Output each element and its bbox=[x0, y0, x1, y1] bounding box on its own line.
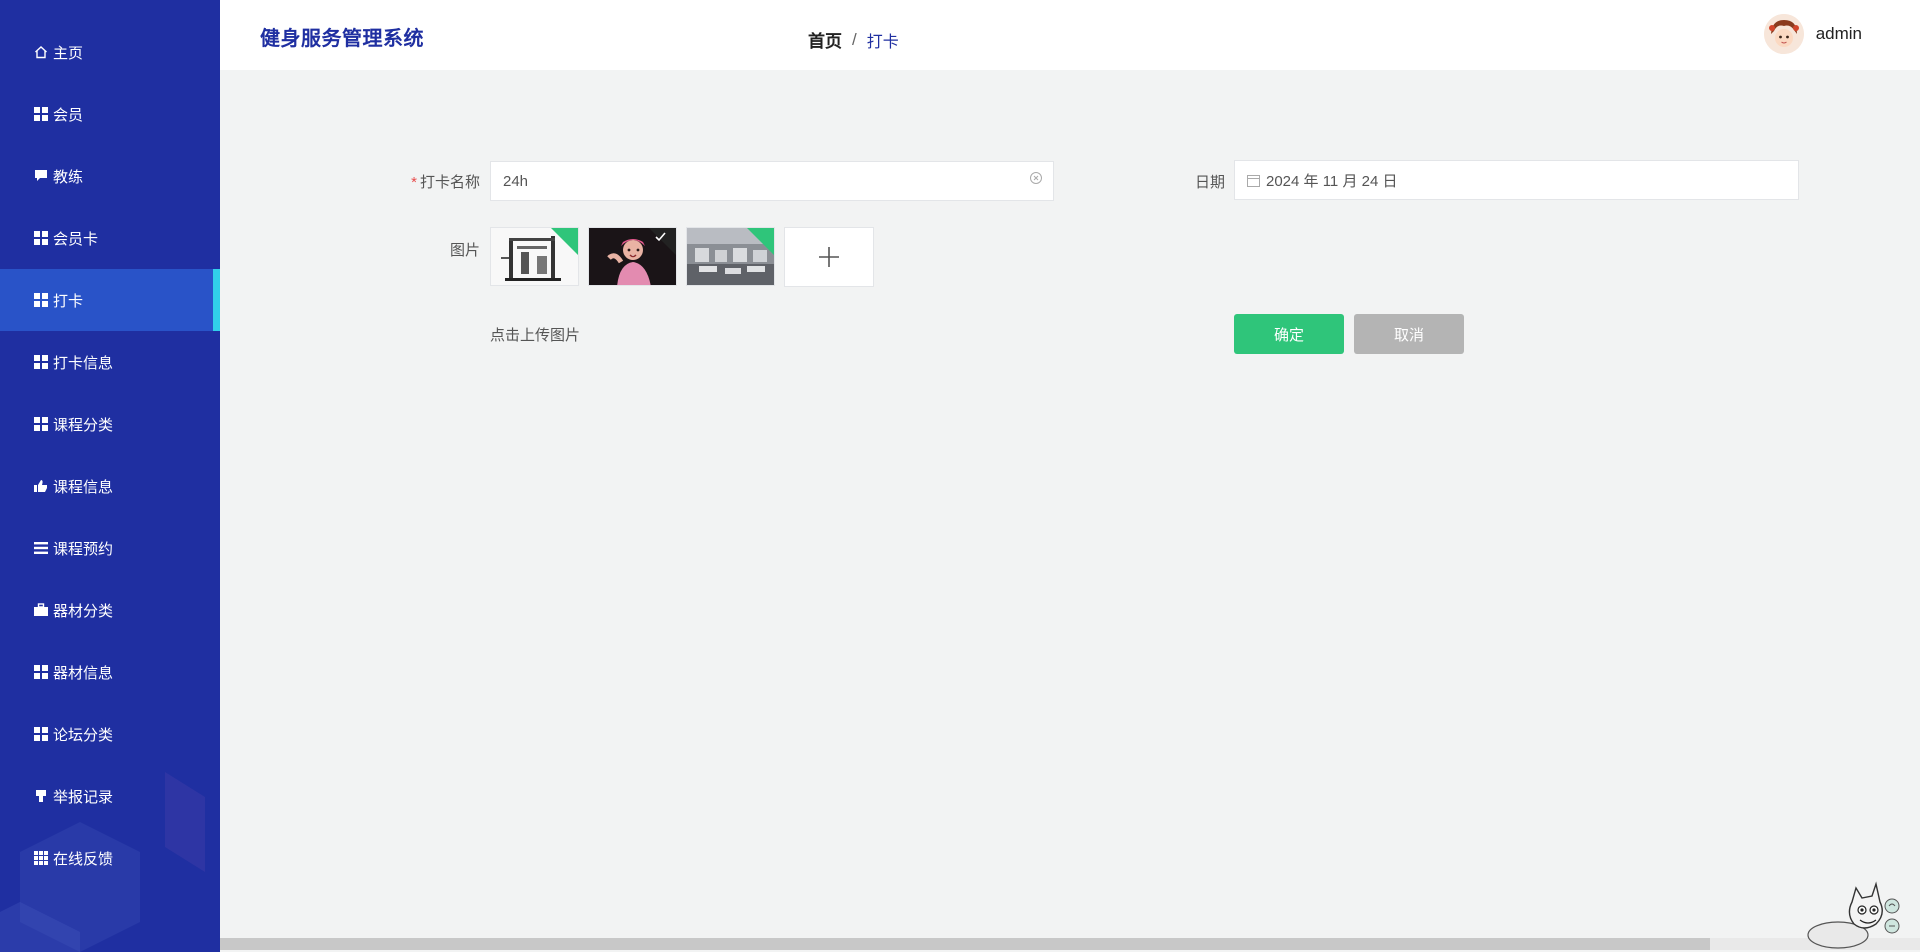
breadcrumb: 首页 / 打卡 bbox=[808, 27, 899, 52]
sidebar-item-online-feedback[interactable]: 在线反馈 bbox=[0, 827, 220, 889]
sidebar-item-coach[interactable]: 教练 bbox=[0, 145, 220, 207]
required-mark: * bbox=[411, 174, 417, 191]
sidebar-item-label: 打卡信息 bbox=[53, 354, 114, 372]
sidebar-item-forum-category[interactable]: 论坛分类 bbox=[0, 703, 220, 765]
calendar-icon bbox=[1247, 174, 1260, 187]
breadcrumb-current: 打卡 bbox=[866, 33, 899, 51]
sidebar-item-label: 会员 bbox=[53, 106, 84, 124]
breadcrumb-home[interactable]: 首页 bbox=[808, 27, 842, 52]
grid-icon bbox=[34, 107, 48, 121]
thumbs-up-icon bbox=[34, 479, 48, 493]
gym-machine-image bbox=[491, 228, 578, 285]
username: admin bbox=[1815, 24, 1862, 43]
sidebar-item-checkin[interactable]: 打卡 bbox=[0, 269, 220, 331]
sidebar-item-label: 课程预约 bbox=[53, 540, 114, 558]
grid-icon bbox=[34, 727, 48, 741]
sidebar-item-label: 打卡 bbox=[53, 292, 84, 310]
sidebar-item-label: 举报记录 bbox=[53, 788, 114, 806]
comment-icon bbox=[34, 169, 48, 183]
list-icon bbox=[34, 541, 48, 555]
user-menu[interactable]: admin bbox=[1763, 14, 1862, 54]
sidebar-item-course-category[interactable]: 课程分类 bbox=[0, 393, 220, 455]
plus-icon bbox=[819, 247, 839, 267]
sidebar-item-equipment-info[interactable]: 器材信息 bbox=[0, 641, 220, 703]
uploaded-image-thumbnail[interactable] bbox=[490, 227, 579, 286]
checkin-name-label: * 打卡名称 bbox=[400, 171, 480, 192]
app-title: 健身服务管理系统 bbox=[260, 28, 424, 50]
thumbs-down-icon bbox=[34, 789, 48, 803]
checkin-name-input[interactable] bbox=[491, 172, 1053, 190]
checkin-name-field[interactable] bbox=[490, 161, 1054, 201]
cancel-button[interactable]: 取消 bbox=[1354, 314, 1464, 354]
sidebar-item-member-card[interactable]: 会员卡 bbox=[0, 207, 220, 269]
confirm-button[interactable]: 确定 bbox=[1234, 314, 1344, 354]
sidebar-item-label: 论坛分类 bbox=[53, 726, 114, 744]
sidebar-item-label: 课程信息 bbox=[53, 478, 114, 496]
sidebar: 主页 会员 教练 会员卡 打卡 打卡信息 课程分类 课程信息 课程预约 器材分类… bbox=[0, 0, 220, 952]
home-icon bbox=[34, 45, 48, 59]
athlete-image bbox=[589, 228, 676, 285]
add-image-button[interactable] bbox=[784, 227, 874, 287]
images-label: 图片 bbox=[449, 242, 480, 259]
table-icon bbox=[34, 851, 48, 865]
horizontal-scrollbar[interactable] bbox=[220, 938, 1920, 950]
grid-icon bbox=[34, 231, 48, 245]
sidebar-item-label: 主页 bbox=[53, 44, 84, 62]
date-picker[interactable]: 2024 年 11 月 24 日 bbox=[1234, 160, 1799, 200]
sidebar-item-label: 教练 bbox=[53, 168, 84, 186]
avatar[interactable] bbox=[1763, 14, 1804, 54]
sidebar-item-home[interactable]: 主页 bbox=[0, 21, 220, 83]
clear-icon[interactable] bbox=[1029, 171, 1043, 185]
scrollbar-thumb[interactable] bbox=[220, 938, 1710, 950]
checkin-name-label-text: 打卡名称 bbox=[419, 174, 480, 191]
sidebar-item-label: 课程分类 bbox=[53, 416, 114, 434]
cat-mascot-icon[interactable] bbox=[1800, 880, 1900, 952]
sidebar-menu: 主页 会员 教练 会员卡 打卡 打卡信息 课程分类 课程信息 课程预约 器材分类… bbox=[0, 21, 220, 889]
sidebar-item-label: 器材信息 bbox=[53, 664, 114, 682]
sidebar-item-member[interactable]: 会员 bbox=[0, 83, 220, 145]
sidebar-item-checkin-info[interactable]: 打卡信息 bbox=[0, 331, 220, 393]
uploaded-image-thumbnail[interactable] bbox=[686, 227, 775, 286]
sidebar-item-equipment-category[interactable]: 器材分类 bbox=[0, 579, 220, 641]
briefcase-icon bbox=[34, 603, 48, 617]
gym-hall-image bbox=[687, 228, 774, 285]
sidebar-item-label: 器材分类 bbox=[53, 602, 114, 620]
grid-icon bbox=[34, 355, 48, 369]
uploaded-image-thumbnail[interactable] bbox=[588, 227, 677, 286]
sidebar-item-label: 在线反馈 bbox=[53, 850, 114, 868]
sidebar-item-label: 会员卡 bbox=[53, 230, 99, 248]
breadcrumb-separator: / bbox=[852, 29, 857, 49]
grid-icon bbox=[34, 293, 48, 307]
upload-hint: 点击上传图片 bbox=[490, 327, 581, 344]
sidebar-item-course-info[interactable]: 课程信息 bbox=[0, 455, 220, 517]
date-value: 2024 年 11 月 24 日 bbox=[1266, 172, 1398, 190]
sidebar-item-report-records[interactable]: 举报记录 bbox=[0, 765, 220, 827]
sidebar-item-course-booking[interactable]: 课程预约 bbox=[0, 517, 220, 579]
top-header: 健身服务管理系统 首页 / 打卡 admin bbox=[220, 0, 1920, 70]
grid-icon bbox=[34, 665, 48, 679]
grid-icon bbox=[34, 417, 48, 431]
date-label: 日期 bbox=[1194, 174, 1225, 191]
